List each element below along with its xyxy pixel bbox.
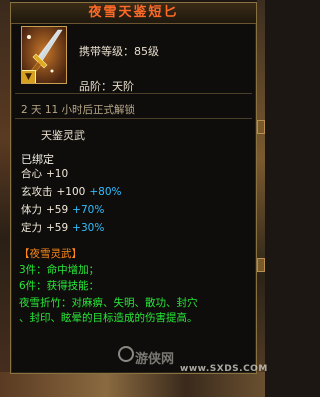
bound-status: 已绑定 — [21, 153, 54, 166]
attribute-value: +59 — [46, 204, 69, 216]
set-bonus-6: 6件：获得技能： — [19, 280, 100, 292]
unlock-notice: 2 天 11 小时后正式解锁 — [21, 104, 136, 116]
set-skill-desc: 夜雪折竹：对麻痹、失明、散功、封穴 — [19, 297, 198, 309]
divider — [15, 93, 252, 94]
item-category: 天鉴灵武 — [41, 129, 85, 142]
attribute-value: +10 — [46, 168, 69, 180]
attribute-row: 合心 +10 — [21, 166, 68, 181]
watermark-text: 游侠网 — [135, 352, 175, 367]
set-skill-desc: 、封印、眩晕的目标造成的伤害提高。 — [19, 312, 198, 324]
attribute-row: 玄攻击 +100 +80% — [21, 184, 121, 199]
attribute-name: 体力 — [21, 204, 42, 216]
attribute-bonus: +70% — [72, 204, 105, 216]
attribute-value: +59 — [46, 222, 69, 234]
side-tab-top[interactable] — [257, 120, 265, 134]
attribute-name: 玄攻击 — [21, 186, 53, 198]
attribute-value: +100 — [56, 186, 86, 198]
watermark-url: www.SXDS.COM — [180, 364, 268, 374]
set-bonus-3: 3件：命中增加； — [19, 264, 100, 276]
attribute-name: 合心 — [21, 168, 42, 180]
background-scene-left — [0, 0, 10, 397]
item-grade: 品阶：天阶 — [79, 80, 134, 93]
item-title: 夜雪天鉴短匕 — [11, 3, 256, 24]
divider — [15, 118, 252, 119]
equipped-badge-icon: ▼ — [22, 70, 36, 83]
level-requirement: 携带等级：85级 — [79, 45, 159, 58]
side-tab-bottom[interactable] — [257, 258, 265, 272]
set-name: 【夜雪灵武】 — [19, 248, 82, 260]
item-tooltip: 夜雪天鉴短匕 ▼ 携带等级：85级 品阶：天阶 2 天 11 小时后正式解锁 天… — [10, 2, 257, 374]
item-icon-slot[interactable]: ▼ — [21, 26, 67, 84]
background-scene-right — [257, 0, 265, 397]
watermark-logo-icon — [118, 346, 134, 362]
attribute-name: 定力 — [21, 222, 42, 234]
attribute-bonus: +80% — [89, 186, 122, 198]
attribute-bonus: +30% — [72, 222, 105, 234]
background-scene-bottom — [0, 372, 265, 397]
attribute-row: 体力 +59 +70% — [21, 202, 104, 217]
attribute-row: 定力 +59 +30% — [21, 220, 104, 235]
